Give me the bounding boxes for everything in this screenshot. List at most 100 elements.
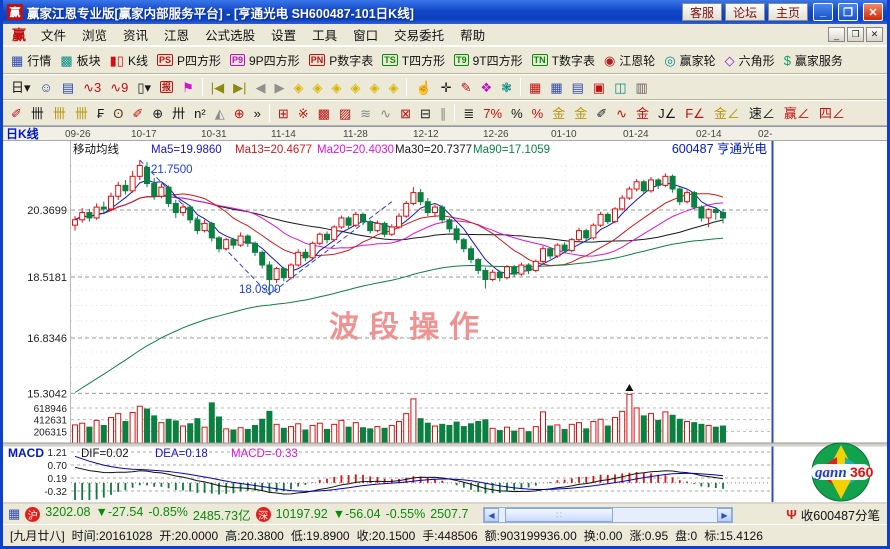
tool-cross-box[interactable]: ⊠ [396, 102, 415, 124]
tool-calculator[interactable]: ▦ [546, 76, 566, 98]
close-button[interactable]: ✕ [863, 3, 883, 21]
menu-item-2[interactable]: 资讯 [115, 24, 156, 45]
tool-grid-box[interactable]: ▩ [314, 102, 334, 124]
tool-hand-tool[interactable]: ☝ [411, 76, 435, 98]
tool-gold-red[interactable]: 金 [632, 102, 653, 124]
tool-percent-7[interactable]: 7% [479, 102, 506, 124]
tool-parallel[interactable]: ∥ [436, 102, 451, 124]
tool-marker-pen[interactable]: ✐ [592, 102, 611, 124]
tool-golden-gate-1[interactable]: 卌 [49, 102, 70, 124]
tool-speed-angle[interactable]: 速∠ [745, 102, 779, 124]
tool-stamp-tool[interactable]: ❖ [476, 76, 496, 98]
tool-wave-3[interactable]: ∿3 [79, 76, 105, 98]
tool-four-angle[interactable]: 四∠ [815, 102, 849, 124]
tool-save[interactable]: ▣ [589, 76, 609, 98]
tool-gold-lines[interactable]: 金 [570, 102, 591, 124]
scroll-left-icon[interactable]: ◀ [484, 508, 499, 522]
mdi-close-button[interactable]: ✕ [866, 27, 883, 42]
tool-diamond-h[interactable]: ◈ [327, 76, 345, 98]
tool-t-square[interactable]: TST四方形 [378, 49, 449, 71]
tool-printer[interactable]: ▥ [632, 76, 652, 98]
tool-channel[interactable]: ≋ [356, 102, 375, 124]
titlebar-button-0[interactable]: 客服 [682, 3, 722, 21]
tool-gold-circle[interactable]: 金 [548, 102, 569, 124]
tool-nav-first[interactable]: |◀ [207, 76, 228, 98]
tool-report[interactable]: 报 [156, 76, 177, 98]
tool-fibonacci[interactable]: ₣ [93, 102, 108, 124]
tool-candle-style[interactable]: ▯▾ [133, 76, 155, 98]
tool-golden-gate-2[interactable]: 卌 [71, 102, 92, 124]
titlebar-button-2[interactable]: 主页 [768, 3, 808, 21]
minimize-button[interactable]: _ [813, 3, 833, 21]
tool-notes[interactable]: ▤ [568, 76, 588, 98]
menu-item-3[interactable]: 江恩 [156, 24, 197, 45]
tool-nav-next[interactable]: ▶ [270, 76, 288, 98]
mdi-restore-button[interactable]: ❐ [847, 27, 864, 42]
tool-wave-9[interactable]: ∿9 [106, 76, 132, 98]
tool-pattern-tool[interactable]: ❃ [497, 76, 516, 98]
tool-zigzag[interactable]: ∿ [376, 102, 395, 124]
tool-gold-angle[interactable]: 金∠ [710, 102, 744, 124]
tool-gann-gate[interactable]: 卌 [27, 102, 48, 124]
tool-more[interactable]: » [250, 102, 265, 124]
tool-crosshair-tool[interactable]: ✛ [437, 76, 456, 98]
tool-percent[interactable]: % [507, 102, 527, 124]
tool-rect-grid[interactable]: ⊟ [416, 102, 435, 124]
tool-spiral[interactable]: ʘ [109, 102, 127, 124]
tool-9p-square[interactable]: P99P四方形 [226, 49, 304, 71]
tool-win-angle[interactable]: 赢∠ [780, 102, 814, 124]
scroll-thumb[interactable]: ∷ [505, 508, 613, 522]
menu-item-4[interactable]: 公式选股 [197, 24, 263, 45]
tool-gann-wheel[interactable]: ◉江恩轮 [600, 49, 659, 71]
tool-info-doc[interactable]: ▤ [58, 76, 78, 98]
tool-n-square[interactable]: n² [190, 102, 210, 124]
menu-item-8[interactable]: 交易委托 [386, 24, 452, 45]
tool-diamond-left[interactable]: ◈ [289, 76, 307, 98]
titlebar-button-1[interactable]: 论坛 [725, 3, 765, 21]
tool-diamond-right[interactable]: ◈ [308, 76, 326, 98]
tool-pen-tool[interactable]: ✎ [457, 76, 476, 98]
tool-nav-prev[interactable]: ◀ [251, 76, 269, 98]
tool-kline[interactable]: ▮▯K线 [106, 49, 152, 71]
chart-area[interactable]: 09-2610-1710-3111-1411-2812-1212-2601-10… [3, 126, 887, 502]
tool-line-cluster[interactable]: 卅 [168, 102, 189, 124]
tool-flag[interactable]: ⚑ [178, 76, 198, 98]
scroll-right-icon[interactable]: ▶ [717, 508, 732, 522]
tool-winner-service[interactable]: $赢家服务 [780, 49, 847, 71]
tool-f-angle[interactable]: F∠ [681, 102, 709, 124]
menu-item-5[interactable]: 设置 [263, 24, 304, 45]
tool-diamond-v[interactable]: ◈ [346, 76, 364, 98]
maximize-button[interactable]: ❐ [838, 3, 858, 21]
tool-winner-wheel[interactable]: ◎赢家轮 [660, 49, 719, 71]
tool-shade-box[interactable]: ▨ [335, 102, 355, 124]
tool-brush-2[interactable]: ✐ [128, 102, 147, 124]
menu-item-6[interactable]: 工具 [304, 24, 345, 45]
mdi-minimize-button[interactable]: _ [828, 27, 845, 42]
tool-sectors[interactable]: ▩板块 [56, 49, 104, 71]
tool-cycle-circle[interactable]: ⊕ [148, 102, 167, 124]
tool-j-angle[interactable]: J∠ [654, 102, 680, 124]
tool-brush[interactable]: ✐ [7, 102, 26, 124]
tool-box-tool[interactable]: ⊞ [274, 102, 293, 124]
tool-p-square[interactable]: PSP四方形 [153, 49, 225, 71]
tool-levels[interactable]: ≣ [459, 102, 478, 124]
tool-mask[interactable]: ☺ [36, 76, 57, 98]
tool-nav-last[interactable]: ▶| [229, 76, 250, 98]
tool-wave-a[interactable]: ∿ [612, 102, 631, 124]
tool-quote[interactable]: ▦行情 [7, 49, 55, 71]
tool-hexagon[interactable]: ◇六角形 [721, 49, 779, 71]
tool-p-table[interactable]: PNP数字表 [305, 49, 378, 71]
menu-item-0[interactable]: 文件 [33, 24, 74, 45]
tool-t-table[interactable]: TNT数字表 [528, 49, 599, 71]
tool-percent-red[interactable]: % [528, 102, 548, 124]
tool-9t-square[interactable]: T99T四方形 [450, 49, 527, 71]
tool-diamond-full[interactable]: ◈ [384, 76, 402, 98]
menu-item-1[interactable]: 浏览 [74, 24, 115, 45]
tool-gann-compass[interactable]: ⊕ [230, 102, 249, 124]
tool-fan-lines[interactable]: ※ [294, 102, 313, 124]
tool-calendar[interactable]: ▦ [525, 76, 545, 98]
menu-item-9[interactable]: 帮助 [452, 24, 493, 45]
tool-share[interactable]: ◫ [610, 76, 630, 98]
menu-item-7[interactable]: 窗口 [345, 24, 386, 45]
horizontal-scrollbar[interactable]: ◀ ∷ ▶ [483, 507, 733, 523]
